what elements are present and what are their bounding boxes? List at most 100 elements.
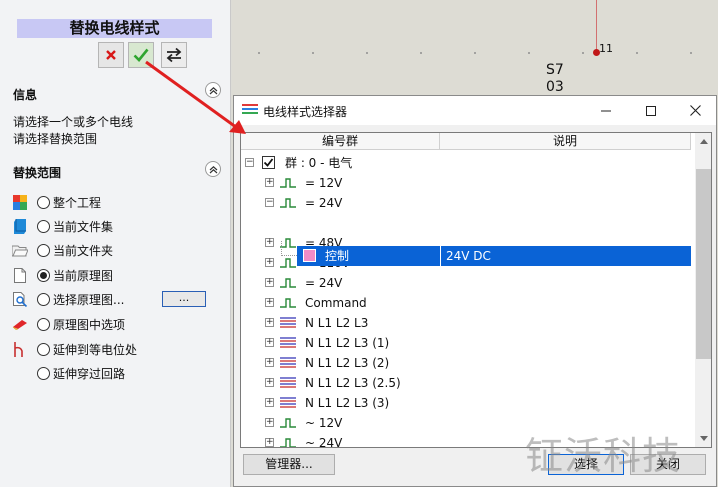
expand-node-icon[interactable]: + [265,338,274,347]
minimize-button[interactable] [586,96,626,125]
scope-radio[interactable] [37,219,50,233]
scope-option-extend-loop[interactable]: 延伸穿过回路 [12,364,125,382]
expand-node-icon[interactable]: + [265,258,274,267]
swap-button[interactable] [161,42,187,68]
tree-row-label: = 12V [305,176,343,190]
scope-collapse-button[interactable] [205,161,221,177]
double-chevron-up-icon [209,165,217,173]
replace-wire-style-panel: 替换电线样式 信息 请选择一个或多个电线 请选择替换范围 替换范围 整个工程 当… [0,0,231,487]
checkmark-icon [263,158,274,167]
maximize-button[interactable] [631,96,671,125]
scope-option-fileset[interactable]: 当前文件集 [12,217,113,235]
scope-option-current-schematic[interactable]: 当前原理图 [12,266,113,284]
expand-node-icon[interactable]: + [265,278,274,287]
green-wire-icon [280,258,296,268]
info-header: 信息 [13,88,38,102]
multi-wire-icon [280,337,296,348]
dialog-title: 电线样式选择器 [263,105,348,119]
device-label-line: 03 [546,79,564,95]
multi-wire-icon [280,317,296,328]
scroll-down-button[interactable] [695,430,711,447]
collapse-node-icon[interactable]: − [265,198,274,207]
green-wire-icon [280,418,296,428]
scroll-thumb[interactable] [696,169,711,359]
eraser-icon [12,316,28,332]
close-icon [106,50,116,60]
expand-node-icon[interactable]: + [265,298,274,307]
tree-row[interactable]: − = 24V [241,193,691,213]
expand-node-icon[interactable]: + [265,318,274,327]
document-icon [12,267,28,283]
tree-row[interactable]: + N L1 L2 L3 (2.5) [241,373,691,393]
browse-schematic-button[interactable]: ... [162,291,206,307]
scope-label: 延伸到等电位处 [53,342,138,357]
scope-option-project[interactable]: 整个工程 [12,193,101,211]
scope-option-in-schematic[interactable]: 原理图中选项 [12,315,125,333]
expand-node-icon[interactable]: + [265,378,274,387]
group-checkbox[interactable] [262,156,275,169]
tree-row[interactable]: + N L1 L2 L3 (3) [241,393,691,413]
cancel-button[interactable] [98,42,124,68]
scope-radio[interactable] [37,366,50,380]
chevron-up-icon [699,139,708,144]
confirm-button[interactable] [128,42,154,68]
green-wire-icon [280,298,296,308]
scroll-up-button[interactable] [695,133,711,150]
tree-row[interactable]: + = 12V [241,173,691,193]
scope-radio[interactable] [37,243,50,257]
scope-option-extend-potential[interactable]: 延伸到等电位处 [12,340,137,358]
tree-row-label: ~ 24V [305,436,343,448]
green-wire-icon [280,278,296,288]
scope-radio[interactable] [37,342,50,356]
column-header-group[interactable]: 编号群 [241,133,440,150]
tree-row[interactable]: + Command [241,293,691,313]
close-button[interactable] [675,96,715,125]
scope-option-select-schematic[interactable]: 选择原理图... [12,290,124,308]
scope-label: 当前原理图 [53,268,114,283]
scope-label: 选择原理图... [53,292,125,307]
scope-radio[interactable] [37,292,50,306]
expand-node-icon[interactable]: + [265,178,274,187]
green-wire-icon [280,178,296,188]
column-header-description[interactable]: 说明 [440,133,691,150]
scope-option-folder[interactable]: 当前文件夹 [12,241,113,259]
device-label: S7 03 [546,62,564,96]
scope-label: 当前文件夹 [53,243,114,258]
tree-row[interactable]: + = 24V [241,273,691,293]
tree-row[interactable]: − 群 : 0 - 电气 [241,153,691,173]
green-wire-icon [280,198,296,208]
expand-node-icon[interactable]: + [265,438,274,447]
expand-node-icon[interactable]: + [265,418,274,427]
schematic-wire [596,0,597,53]
tree-row[interactable]: + N L1 L2 L3 (1) [241,333,691,353]
double-chevron-up-icon [209,86,217,94]
tree-row[interactable]: + N L1 L2 L3 (2) [241,353,691,373]
minimize-icon [601,110,611,111]
watermark: 钲沃科技 [525,434,682,478]
expand-node-icon[interactable]: + [265,398,274,407]
collapse-node-icon[interactable]: − [245,158,254,167]
tree-row-label: 群 : 0 - 电气 [285,156,353,170]
vertical-scrollbar[interactable] [695,133,711,447]
scope-label: 整个工程 [53,195,102,210]
device-label-line: S7 [546,62,564,78]
info-line: 请选择替换范围 [13,132,98,146]
wire-style-tree[interactable]: 编号群 说明 −群 : 0 - 电气+= 12V−= 24V+= 48V+= 1… [240,132,712,448]
search-document-icon [12,291,28,307]
expand-node-icon[interactable]: + [265,358,274,367]
green-wire-icon [280,438,296,447]
scope-radio[interactable] [37,317,50,331]
multi-wire-icon [280,397,296,408]
expand-node-icon[interactable]: + [265,238,274,247]
selected-style-description: 24V DC [446,249,491,263]
info-collapse-button[interactable] [205,82,221,98]
tree-row[interactable]: + N L1 L2 L3 [241,313,691,333]
dialog-title-bar[interactable]: 电线样式选择器 [234,96,716,125]
scope-radio[interactable] [37,195,50,209]
tree-row-selected[interactable]: 控制 24V DC [297,246,691,266]
potential-icon [12,341,28,357]
tree-row-label: N L1 L2 L3 [305,316,369,330]
tree-row-label: N L1 L2 L3 (3) [305,396,390,410]
manager-button[interactable]: 管理器... [243,454,335,475]
scope-radio-checked[interactable] [37,268,50,282]
